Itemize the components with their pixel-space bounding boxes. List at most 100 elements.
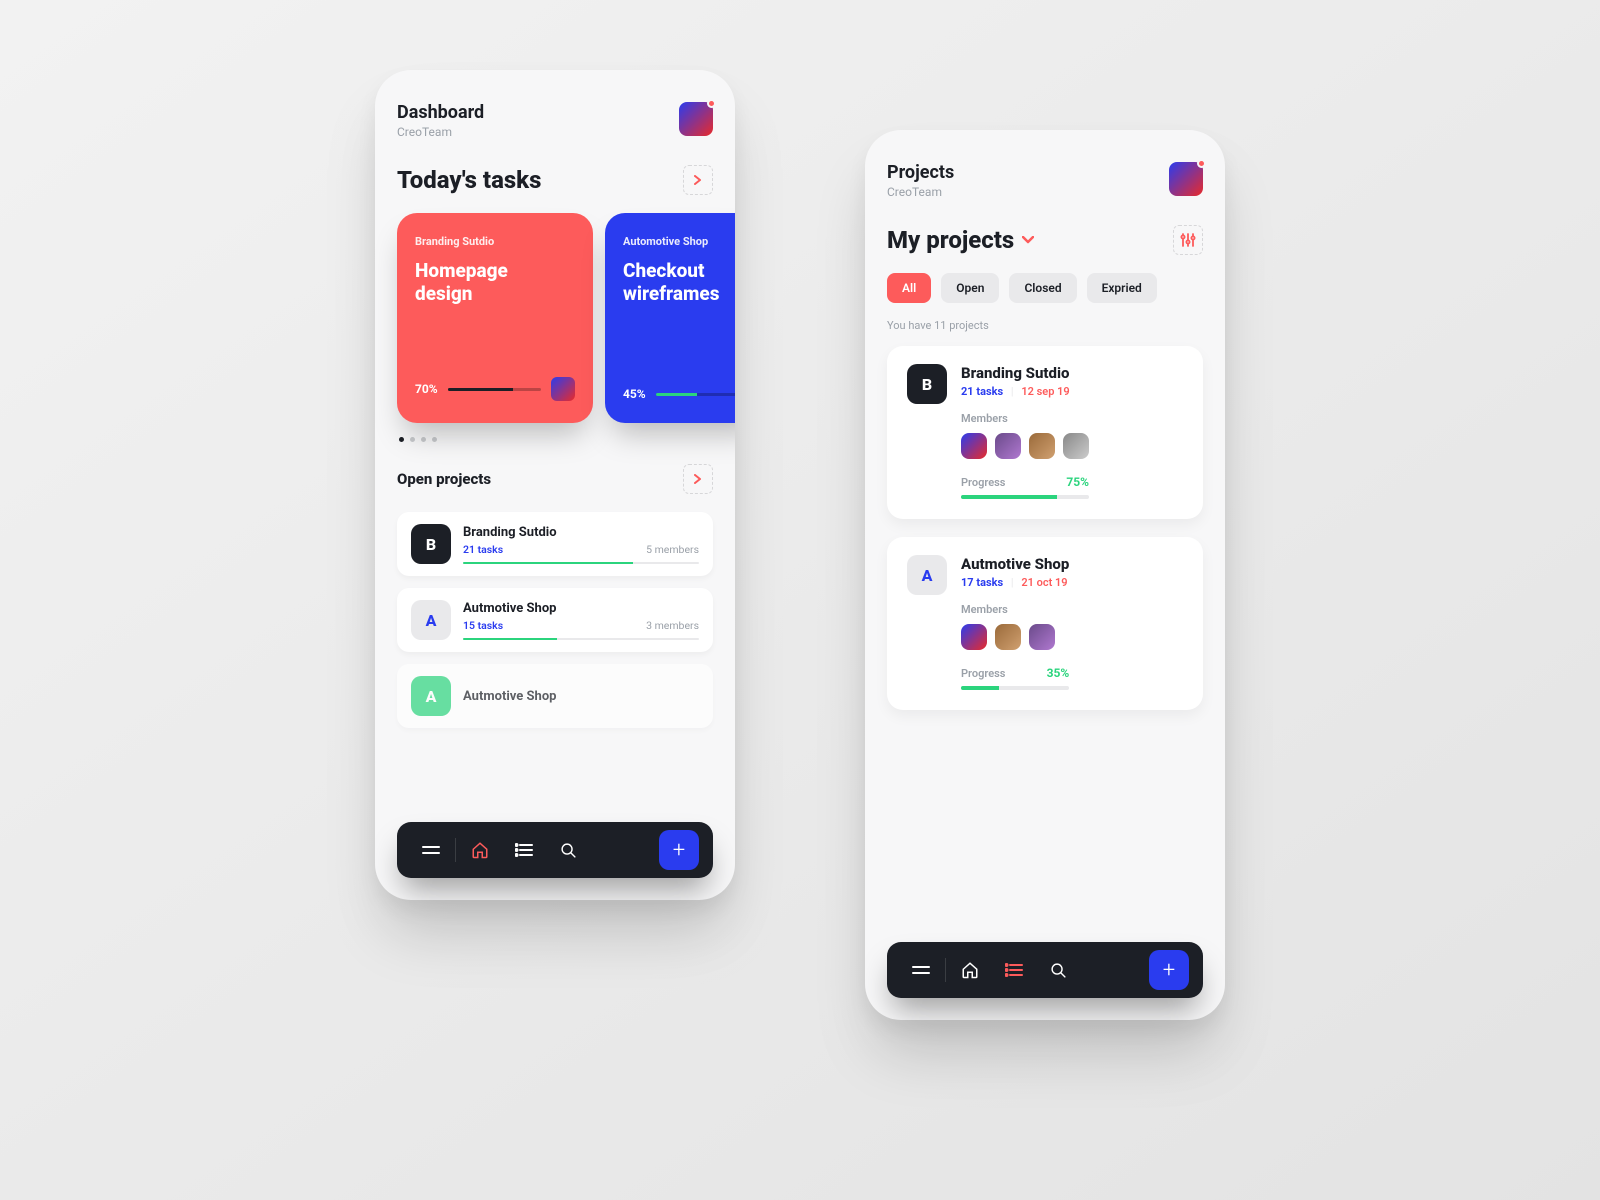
- task-card-1[interactable]: Automotive Shop Checkout wireframes 45%: [605, 213, 735, 423]
- carousel-dots[interactable]: [399, 437, 711, 442]
- progress-bar: [961, 686, 1069, 690]
- team-name: CreoTeam: [397, 125, 484, 139]
- progress-percent: 35%: [1047, 666, 1070, 680]
- section-open-title: Open projects: [397, 470, 491, 488]
- project-progress-bar: [463, 562, 699, 564]
- project-letter-badge: A: [907, 555, 947, 595]
- task-card-0[interactable]: Branding Sutdio Homepage design 70%: [397, 213, 593, 423]
- search-icon: [1050, 962, 1067, 979]
- task-project: Branding Sutdio: [415, 235, 575, 248]
- project-letter-badge: B: [907, 364, 947, 404]
- project-name: Branding Sutdio: [463, 525, 699, 540]
- open-project-item[interactable]: A Autmotive Shop 15 tasks 3 members: [397, 588, 713, 652]
- task-assignee-avatar: [551, 377, 575, 401]
- progress-percent: 75%: [1066, 475, 1089, 489]
- tab-closed[interactable]: Closed: [1009, 273, 1076, 303]
- open-projects-list: B Branding Sutdio 21 tasks 5 members A A…: [397, 512, 713, 728]
- tab-expired[interactable]: Expried: [1087, 273, 1157, 303]
- menu-button[interactable]: [411, 835, 451, 865]
- open-project-item[interactable]: A Autmotive Shop: [397, 664, 713, 728]
- project-tasks: 17 tasks: [961, 576, 1003, 589]
- member-avatar[interactable]: [995, 433, 1021, 459]
- tab-all[interactable]: All: [887, 273, 931, 303]
- home-icon: [961, 961, 979, 979]
- project-letter-badge: A: [411, 600, 451, 640]
- chevron-right-icon: [694, 175, 702, 185]
- bottom-nav: +: [397, 822, 713, 878]
- section-dropdown[interactable]: My projects: [887, 226, 1034, 254]
- progress-label: Progress: [961, 476, 1005, 489]
- search-button[interactable]: [1038, 955, 1078, 985]
- task-progress-bar: [656, 393, 735, 396]
- hamburger-icon: [422, 846, 440, 854]
- member-avatar[interactable]: [1029, 624, 1055, 650]
- progress-bar: [961, 495, 1089, 499]
- project-letter-badge: A: [411, 676, 451, 716]
- hamburger-icon: [912, 966, 930, 974]
- sliders-icon: [1180, 232, 1196, 248]
- project-date: 12 sep 19: [1021, 385, 1069, 398]
- open-projects-next-button[interactable]: [683, 464, 713, 494]
- chevron-down-icon: [1022, 236, 1034, 244]
- list-button[interactable]: [504, 835, 544, 865]
- project-name: Autmotive Shop: [463, 689, 699, 704]
- project-tasks: 21 tasks: [961, 385, 1003, 398]
- tab-open[interactable]: Open: [941, 273, 999, 303]
- filter-tabs: All Open Closed Expried: [887, 273, 1203, 303]
- tasks-next-button[interactable]: [683, 165, 713, 195]
- task-project: Automotive Shop: [623, 235, 735, 248]
- list-icon: [1005, 963, 1023, 977]
- nav-separator: [455, 838, 456, 862]
- filter-button[interactable]: [1173, 225, 1203, 255]
- home-button[interactable]: [460, 835, 500, 865]
- project-card[interactable]: A Autmotive Shop 17 tasks | 21 oct 19 Me…: [887, 537, 1203, 710]
- task-percent: 45%: [623, 387, 646, 401]
- task-name: Homepage design: [415, 260, 555, 306]
- members-label: Members: [961, 603, 1069, 616]
- project-name: Autmotive Shop: [961, 555, 1069, 573]
- search-button[interactable]: [548, 835, 588, 865]
- notification-dot: [707, 99, 716, 108]
- add-button[interactable]: +: [1149, 950, 1189, 990]
- list-icon: [515, 843, 533, 857]
- nav-separator: [945, 958, 946, 982]
- project-date: 21 oct 19: [1021, 576, 1067, 589]
- home-icon: [471, 841, 489, 859]
- member-avatar[interactable]: [995, 624, 1021, 650]
- project-name: Branding Sutdio: [961, 364, 1089, 382]
- search-icon: [560, 842, 577, 859]
- section-tasks-title: Today's tasks: [397, 166, 541, 194]
- member-avatar[interactable]: [1063, 433, 1089, 459]
- member-avatar[interactable]: [961, 433, 987, 459]
- progress-label: Progress: [961, 667, 1005, 680]
- menu-button[interactable]: [901, 955, 941, 985]
- project-tasks: 21 tasks: [463, 543, 503, 556]
- project-tasks: 15 tasks: [463, 619, 503, 632]
- section-title: My projects: [887, 226, 1014, 254]
- page-title: Dashboard: [397, 102, 484, 123]
- member-avatar[interactable]: [1029, 433, 1055, 459]
- tasks-carousel[interactable]: Branding Sutdio Homepage design 70% Auto…: [397, 213, 713, 423]
- project-letter-badge: B: [411, 524, 451, 564]
- project-count-hint: You have 11 projects: [887, 319, 1203, 332]
- list-button[interactable]: [994, 955, 1034, 985]
- notification-dot: [1197, 159, 1206, 168]
- user-avatar[interactable]: [679, 102, 713, 136]
- task-percent: 70%: [415, 382, 438, 396]
- members-avatars: [961, 624, 1069, 650]
- open-project-item[interactable]: B Branding Sutdio 21 tasks 5 members: [397, 512, 713, 576]
- user-avatar[interactable]: [1169, 162, 1203, 196]
- add-button[interactable]: +: [659, 830, 699, 870]
- project-members: 5 members: [646, 543, 699, 556]
- home-button[interactable]: [950, 955, 990, 985]
- members-label: Members: [961, 412, 1089, 425]
- project-card[interactable]: B Branding Sutdio 21 tasks | 12 sep 19 M…: [887, 346, 1203, 519]
- bottom-nav: +: [887, 942, 1203, 998]
- team-name: CreoTeam: [887, 185, 954, 199]
- project-members: 3 members: [646, 619, 699, 632]
- member-avatar[interactable]: [961, 624, 987, 650]
- task-name: Checkout wireframes: [623, 260, 735, 306]
- phone-projects: Projects CreoTeam My projects All Open C…: [865, 130, 1225, 1020]
- chevron-right-icon: [694, 474, 702, 484]
- project-progress-bar: [463, 638, 699, 640]
